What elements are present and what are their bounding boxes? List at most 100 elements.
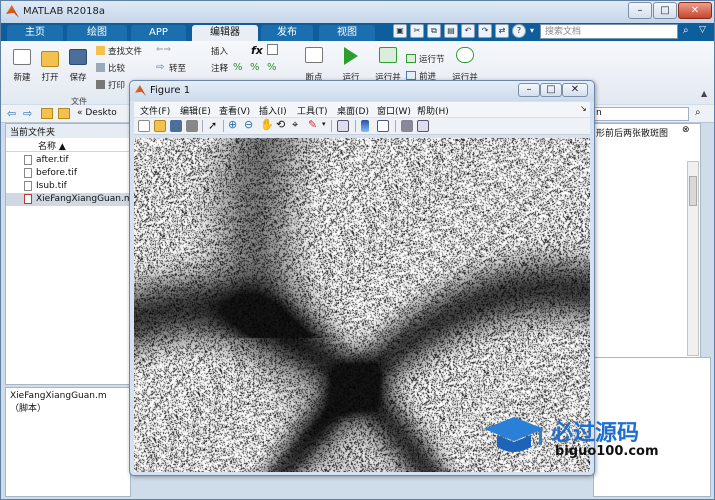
app-title: MATLAB R2018a xyxy=(23,6,106,17)
file-row-selected[interactable]: XieFangXiangGuan.m xyxy=(6,193,133,206)
run-button[interactable]: 运行 xyxy=(338,45,364,85)
zoom-out-icon[interactable]: ⊖ xyxy=(244,118,253,131)
insert-menu-icon[interactable] xyxy=(267,44,278,55)
up-folder-icon[interactable] xyxy=(41,108,53,119)
rotate-3d-icon[interactable]: ⟲ xyxy=(276,118,285,131)
figure-maximize-button[interactable]: □ xyxy=(540,83,562,97)
link-plot-icon[interactable] xyxy=(337,120,349,132)
open-folder-icon xyxy=(41,51,59,67)
tab-home[interactable]: 主页 xyxy=(7,25,63,41)
new-figure-icon[interactable] xyxy=(138,120,150,132)
tab-editor[interactable]: 编辑器 xyxy=(192,25,258,41)
toolbar-separator xyxy=(395,120,396,132)
find-files-button[interactable]: 查找文件 xyxy=(96,45,148,57)
back-arrow-icon[interactable]: ⇦ xyxy=(7,107,16,120)
run-and-advance-button[interactable]: 运行并 xyxy=(371,45,405,85)
insert-colorbar-icon[interactable] xyxy=(361,120,369,132)
switch-windows-icon[interactable]: ⇄ xyxy=(495,24,509,38)
menu-tools[interactable]: 工具(T) xyxy=(297,104,328,117)
brush-dropdown-icon[interactable]: ▾ xyxy=(322,120,326,128)
file-row[interactable]: before.tif xyxy=(6,167,130,180)
editor-tab-label[interactable]: 形前后两张散斑图 xyxy=(596,126,668,139)
menu-window[interactable]: 窗口(W) xyxy=(377,104,411,117)
comment-percent-icon[interactable]: % xyxy=(233,62,243,73)
help-icon[interactable]: ? xyxy=(512,24,526,38)
vertical-scrollbar[interactable] xyxy=(687,161,699,356)
browse-folder-icon[interactable] xyxy=(58,108,70,119)
show-plot-tools-icon[interactable] xyxy=(417,120,429,132)
tab-view[interactable]: 视图 xyxy=(319,25,375,41)
cut-quick-icon[interactable]: ✂ xyxy=(410,24,424,38)
undo-quick-icon[interactable]: ↶ xyxy=(461,24,475,38)
open-file-icon[interactable] xyxy=(154,120,166,132)
print-figure-icon[interactable] xyxy=(186,120,198,132)
filter-icon[interactable]: ▽ xyxy=(699,25,711,37)
details-panel: XieFangXiangGuan.m （脚本） xyxy=(5,387,131,497)
run-section-icon xyxy=(406,54,416,63)
menu-help[interactable]: 帮助(H) xyxy=(417,104,449,117)
run-and-time-button[interactable]: 运行并 xyxy=(450,45,480,85)
open-button[interactable]: 打开 xyxy=(37,47,63,85)
help-dropdown-icon[interactable]: ▾ xyxy=(530,26,534,35)
matlab-window: MATLAB R2018a – □ ✕ 主页 绘图 APP 编辑器 发布 视图 … xyxy=(0,0,715,500)
edit-plot-arrow-icon[interactable]: ➚ xyxy=(208,119,217,132)
menu-view[interactable]: 查看(V) xyxy=(219,104,250,117)
brush-icon[interactable]: ✎ xyxy=(308,118,317,131)
function-icon[interactable]: fx xyxy=(251,44,263,57)
insert-legend-icon[interactable] xyxy=(377,120,389,132)
menu-insert[interactable]: 插入(I) xyxy=(259,104,287,117)
editor-panel: 形前后两张散斑图 ⊗ xyxy=(593,123,701,385)
pan-hand-icon[interactable]: ✋ xyxy=(260,118,274,131)
scroll-thumb[interactable] xyxy=(689,176,697,206)
save-button[interactable]: 保存 xyxy=(65,47,91,85)
copy-quick-icon[interactable]: ⧉ xyxy=(427,24,441,38)
uncomment-icon[interactable]: % xyxy=(250,62,260,73)
run-section-label: 运行节 xyxy=(419,55,445,65)
data-cursor-icon[interactable]: ⌖ xyxy=(292,118,298,132)
search-documentation-input[interactable]: 搜索文档 xyxy=(540,24,678,39)
comment-button[interactable]: 注释 xyxy=(211,62,235,74)
file-row[interactable]: after.tif xyxy=(6,154,130,167)
figure-logo-icon xyxy=(135,85,146,96)
goto-button[interactable]: ⇨ 转至 xyxy=(156,62,196,74)
figure-close-button[interactable]: ✕ xyxy=(562,83,588,97)
compare-button[interactable]: 比较 xyxy=(96,62,136,74)
file-name: Isub.tif xyxy=(36,181,67,191)
address-search-icon[interactable]: ⌕ xyxy=(695,107,701,118)
ribbon-collapse-icon[interactable]: ▲ xyxy=(701,89,707,98)
minimize-button[interactable]: – xyxy=(628,2,652,19)
new-icon xyxy=(13,49,31,65)
details-text: XieFangXiangGuan.m （脚本） xyxy=(10,391,107,414)
file-row[interactable]: Isub.tif xyxy=(6,180,130,193)
figure-minimize-button[interactable]: – xyxy=(518,83,540,97)
address-path[interactable]: « Deskto xyxy=(77,108,117,118)
menu-file[interactable]: 文件(F) xyxy=(140,104,170,117)
new-button[interactable]: 新建 xyxy=(9,47,35,85)
name-column-header[interactable]: 名称 ▲ xyxy=(6,138,130,152)
menu-edit[interactable]: 编辑(E) xyxy=(180,104,211,117)
search-icon[interactable]: ⌕ xyxy=(683,25,695,37)
file-name: before.tif xyxy=(36,168,78,178)
forward-arrow-icon[interactable]: ⇨ xyxy=(23,107,32,120)
save-figure-icon[interactable] xyxy=(170,120,182,132)
tab-plots[interactable]: 绘图 xyxy=(67,25,127,41)
figure-toolbar: ➚ ⊕ ⊖ ✋ ⟲ ⌖ ✎ ▾ xyxy=(134,118,590,135)
run-section-button[interactable]: 运行节 xyxy=(406,53,450,65)
redo-quick-icon[interactable]: ↷ xyxy=(478,24,492,38)
maximize-button[interactable]: □ xyxy=(653,2,677,19)
save-quick-icon[interactable]: ▣ xyxy=(393,24,407,38)
address-field-right[interactable]: n xyxy=(593,107,689,121)
close-panel-icon[interactable]: ⊗ xyxy=(682,125,690,135)
zoom-in-icon[interactable]: ⊕ xyxy=(228,118,237,131)
menu-desktop[interactable]: 桌面(D) xyxy=(337,104,369,117)
wrap-comment-icon[interactable]: % xyxy=(267,62,277,73)
paste-quick-icon[interactable]: ▤ xyxy=(444,24,458,38)
tab-publish[interactable]: 发布 xyxy=(261,25,313,41)
insert-button[interactable]: 插入 xyxy=(211,45,235,57)
hide-plot-tools-icon[interactable] xyxy=(401,120,413,132)
close-button[interactable]: ✕ xyxy=(678,2,712,19)
navigate-back-icon[interactable]: ⇐⇒ xyxy=(156,45,182,57)
tab-apps[interactable]: APP xyxy=(131,25,186,41)
menu-dock-arrow-icon[interactable]: ↘ xyxy=(580,104,587,113)
breakpoint-button[interactable]: 断点 xyxy=(301,45,327,85)
